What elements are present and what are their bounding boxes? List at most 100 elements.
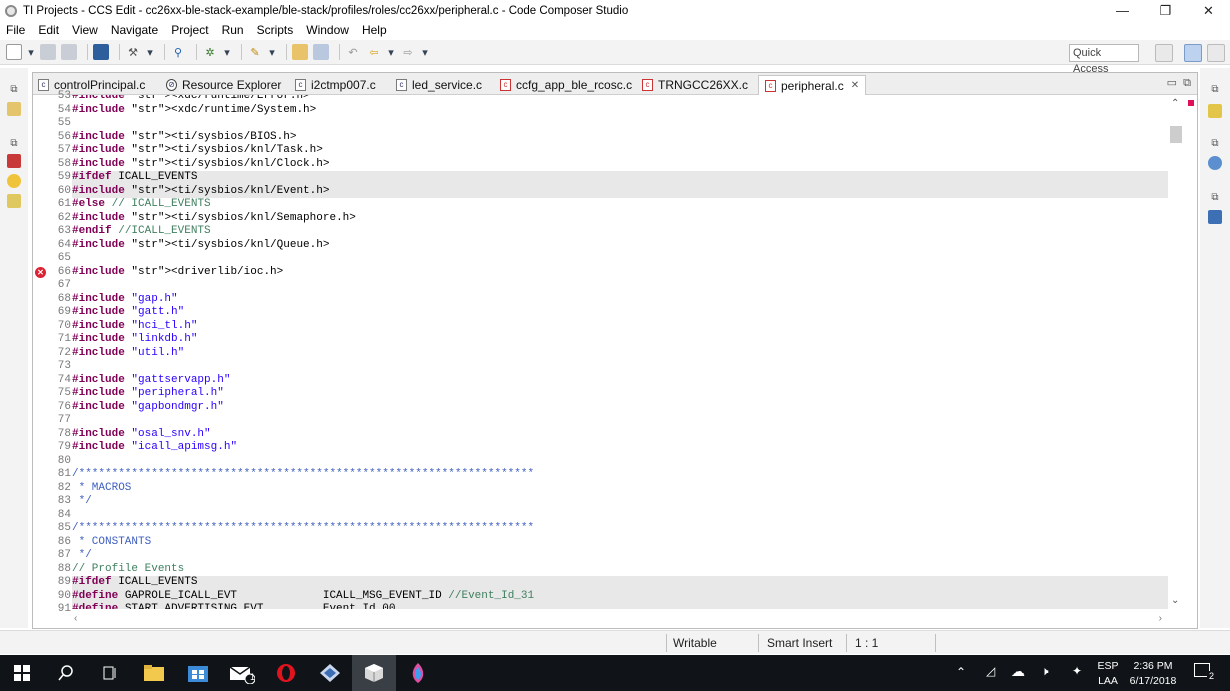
ccs-app[interactable]	[308, 655, 352, 691]
code-line[interactable]: #include "str"><driverlib/ioc.h>	[72, 266, 1168, 280]
new-icon[interactable]	[6, 44, 22, 60]
debug-bug-icon[interactable]: ✲	[202, 44, 218, 60]
menu-run[interactable]: Run	[222, 23, 244, 37]
vertical-scrollbar[interactable]: ⌃ ⌄	[1168, 95, 1185, 609]
clock-time[interactable]: 2:36 PM	[1125, 659, 1181, 673]
restore-icon[interactable]: ⧉	[1207, 190, 1223, 204]
scroll-right-icon[interactable]: ›	[1159, 613, 1162, 624]
restore-icon[interactable]: ⧉	[6, 82, 22, 96]
code-line[interactable]: // Profile Events	[72, 563, 1168, 577]
flash-icon[interactable]: ✎	[247, 44, 263, 60]
tab-resource-explorer[interactable]: ⊘ Resource Explorer	[166, 75, 281, 95]
tab-peripheral[interactable]: c peripheral.c ✕	[758, 75, 867, 95]
start-button[interactable]	[0, 655, 44, 691]
terminal-icon[interactable]	[93, 44, 109, 60]
code-line[interactable]: #include "gatt.h"	[72, 306, 1168, 320]
code-line[interactable]	[72, 279, 1168, 293]
menu-file[interactable]: File	[6, 23, 25, 37]
code-line[interactable]: #include "util.h"	[72, 347, 1168, 361]
open-perspective-icon[interactable]	[292, 44, 308, 60]
mail-app[interactable]: 1	[220, 655, 264, 691]
dropdown-icon[interactable]: ▾	[421, 44, 429, 60]
menu-project[interactable]: Project	[171, 23, 208, 37]
code-line[interactable]: #include "hci_tl.h"	[72, 320, 1168, 334]
store-app[interactable]	[176, 655, 220, 691]
maximize-button[interactable]: ❐	[1144, 0, 1187, 21]
tab-ccfg-app-ble-rcosc[interactable]: c ccfg_app_ble_rcosc.c	[500, 75, 632, 95]
open-perspective-icon[interactable]	[1155, 44, 1173, 62]
code-line[interactable]: #include "str"><ti/sysbios/knl/Task.h>	[72, 144, 1168, 158]
code-line[interactable]: #include "osal_snv.h"	[72, 428, 1168, 442]
clock-date[interactable]: 6/17/2018	[1125, 674, 1181, 688]
minimize-maximize-icons[interactable]: ▭ ⧉	[1167, 76, 1191, 90]
virtualbox-app[interactable]	[352, 655, 396, 691]
horizontal-scrollbar[interactable]: ‹ ›	[72, 613, 1168, 627]
code-line[interactable]: #include "str"><ti/sysbios/knl/Semaphore…	[72, 212, 1168, 226]
menu-edit[interactable]: Edit	[38, 23, 59, 37]
error-marker[interactable]	[1188, 100, 1194, 106]
file-explorer-app[interactable]	[132, 655, 176, 691]
code-line[interactable]: #endif //ICALL_EVENTS	[72, 225, 1168, 239]
dropdown-icon[interactable]: ▾	[27, 44, 35, 60]
code-line[interactable]: #include "gapbondmgr.h"	[72, 401, 1168, 415]
quick-access-field[interactable]: Quick Access	[1069, 44, 1139, 75]
volume-icon[interactable]: 🕨	[1041, 664, 1049, 679]
error-marker-icon[interactable]: ✕	[35, 266, 46, 278]
code-line[interactable]: #define GAPROLE_ICALL_EVT ICALL_MSG_EVEN…	[72, 589, 1168, 603]
view-icon[interactable]	[313, 44, 329, 60]
code-line[interactable]: #include "gattservapp.h"	[72, 374, 1168, 388]
chevron-up-icon[interactable]: ⌃	[956, 665, 966, 679]
code-line[interactable]: #include "str"><xdc/runtime/System.h>	[72, 104, 1168, 118]
paint-app[interactable]	[396, 655, 440, 691]
refresh-icon[interactable]	[1208, 156, 1222, 170]
code-line[interactable]: #include "peripheral.h"	[72, 387, 1168, 401]
target-config-icon[interactable]	[1208, 210, 1222, 224]
code-line[interactable]: #include "icall_apimsg.h"	[72, 441, 1168, 455]
dropdown-icon[interactable]: ▾	[387, 44, 395, 60]
code-line[interactable]	[72, 117, 1168, 131]
scroll-left-icon[interactable]: ‹	[74, 613, 77, 624]
close-button[interactable]: ✕	[1187, 0, 1230, 21]
tab-trngcc26xx[interactable]: c TRNGCC26XX.c	[642, 75, 748, 95]
dropbox-icon[interactable]: ✦	[1072, 664, 1082, 678]
code-line[interactable]: #define START_ADVERTISING_EVT Event_Id_0…	[72, 603, 1168, 609]
code-line[interactable]: * MACROS	[72, 482, 1168, 496]
layout-indicator[interactable]: LAA	[1095, 674, 1121, 688]
code-line[interactable]	[72, 509, 1168, 523]
menu-scripts[interactable]: Scripts	[257, 23, 294, 37]
menu-window[interactable]: Window	[306, 23, 349, 37]
forward-arrow-icon[interactable]: ⇨	[400, 44, 416, 60]
opera-app[interactable]	[264, 655, 308, 691]
ccs-debug-perspective-icon[interactable]	[1207, 44, 1225, 62]
build-hammer-icon[interactable]: ⚒	[125, 44, 141, 60]
search-button[interactable]	[44, 655, 88, 691]
network-icon[interactable]: ◿	[986, 664, 995, 678]
minimize-button[interactable]: —	[1101, 0, 1144, 21]
restore-icon[interactable]: ⧉	[1207, 82, 1223, 96]
task-view-button[interactable]	[88, 655, 132, 691]
code-line[interactable]	[72, 252, 1168, 266]
scroll-thumb[interactable]	[1170, 126, 1182, 143]
code-line[interactable]: #include "str"><ti/sysbios/knl/Queue.h>	[72, 239, 1168, 253]
scroll-up-icon[interactable]: ⌃	[1171, 98, 1179, 109]
code-line[interactable]: #include "str"><ti/sysbios/knl/Clock.h>	[72, 158, 1168, 172]
onedrive-icon[interactable]: ☁	[1011, 663, 1025, 680]
code-line[interactable]: #include "str"><ti/sysbios/knl/Event.h>	[72, 184, 1168, 198]
code-line[interactable]	[72, 360, 1168, 374]
code-line[interactable]: * CONSTANTS	[72, 536, 1168, 550]
code-line[interactable]	[72, 414, 1168, 428]
back-arrow-icon[interactable]: ⇦	[366, 44, 382, 60]
code-line[interactable]: #include "str"><xdc/runtime/Error.h>	[72, 95, 1168, 104]
problems-icon[interactable]	[7, 194, 21, 208]
code-line[interactable]: #include "str"><ti/sysbios/BIOS.h>	[72, 131, 1168, 145]
code-line[interactable]: /***************************************…	[72, 522, 1168, 536]
last-edit-icon[interactable]: ↶	[345, 44, 361, 60]
code-line[interactable]: /***************************************…	[72, 468, 1168, 482]
code-line[interactable]: */	[72, 495, 1168, 509]
code-line[interactable]	[72, 455, 1168, 469]
dropdown-icon[interactable]: ▾	[146, 44, 154, 60]
restore-icon[interactable]: ⧉	[1207, 136, 1223, 150]
scroll-down-icon[interactable]: ⌄	[1171, 595, 1179, 606]
menu-navigate[interactable]: Navigate	[111, 23, 158, 37]
language-indicator[interactable]: ESP	[1095, 659, 1121, 673]
